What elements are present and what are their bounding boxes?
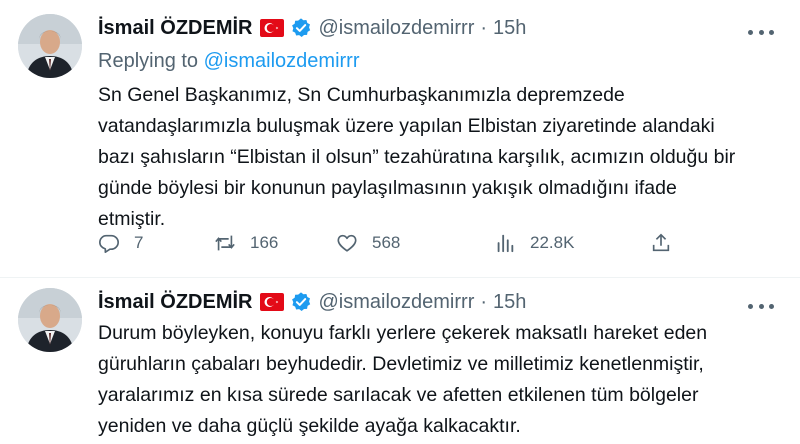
share-icon [650,232,672,254]
timestamp[interactable]: 15h [493,17,526,40]
reply-icon [98,232,120,254]
separator-dot: · [480,16,488,39]
author-name[interactable]: İsmail ÖZDEMİR [98,291,252,314]
tweet[interactable]: İsmail ÖZDEMİR @ismailozdemirrr · 15h Re… [0,0,800,278]
replying-to-mention[interactable]: @ismailozdemirrr [204,50,360,72]
tweet-text: Sn Genel Başkanımız, Sn Cumhurbaşkanımız… [98,84,736,230]
more-options-icon[interactable] [748,296,774,316]
author-handle[interactable]: @ismailozdemirrr [318,17,474,40]
tweet-header: İsmail ÖZDEMİR @ismailozdemirrr · 15h [98,16,526,40]
replying-to: Replying to @ismailozdemirrr [98,50,360,73]
views-chart-icon [494,232,516,254]
replying-to-label: Replying to [98,50,199,72]
tweet-text: Durum böyleyken, konuyu farklı yerlere ç… [98,322,708,437]
tweet-header: İsmail ÖZDEMİR @ismailozdemirrr · 15h [98,290,526,314]
turkey-flag-icon [260,19,285,37]
share-button[interactable] [650,230,672,256]
turkey-flag-icon [260,293,285,311]
tweet[interactable]: İsmail ÖZDEMİR @ismailozdemirrr · 15h Du… [0,278,800,444]
author-name[interactable]: İsmail ÖZDEMİR [98,17,252,40]
verified-badge-icon [290,17,312,39]
reply-button[interactable]: 7 [98,230,143,256]
views-button[interactable]: 22.8K [494,230,574,256]
retweet-icon [214,232,236,254]
like-count: 568 [372,233,401,252]
reply-count: 7 [134,233,144,252]
retweet-button[interactable]: 166 [214,230,278,256]
retweet-count: 166 [250,233,279,252]
like-button[interactable]: 568 [336,230,400,256]
author-handle[interactable]: @ismailozdemirrr [318,291,474,314]
avatar[interactable] [18,288,82,352]
more-options-icon[interactable] [748,22,774,42]
tweet-actions: 7 166 568 22.8K [98,230,678,256]
heart-icon [336,232,358,254]
timestamp[interactable]: 15h [493,291,526,314]
avatar[interactable] [18,14,82,78]
verified-badge-icon [290,291,312,313]
views-count: 22.8K [530,233,575,252]
separator-dot: · [480,290,488,313]
